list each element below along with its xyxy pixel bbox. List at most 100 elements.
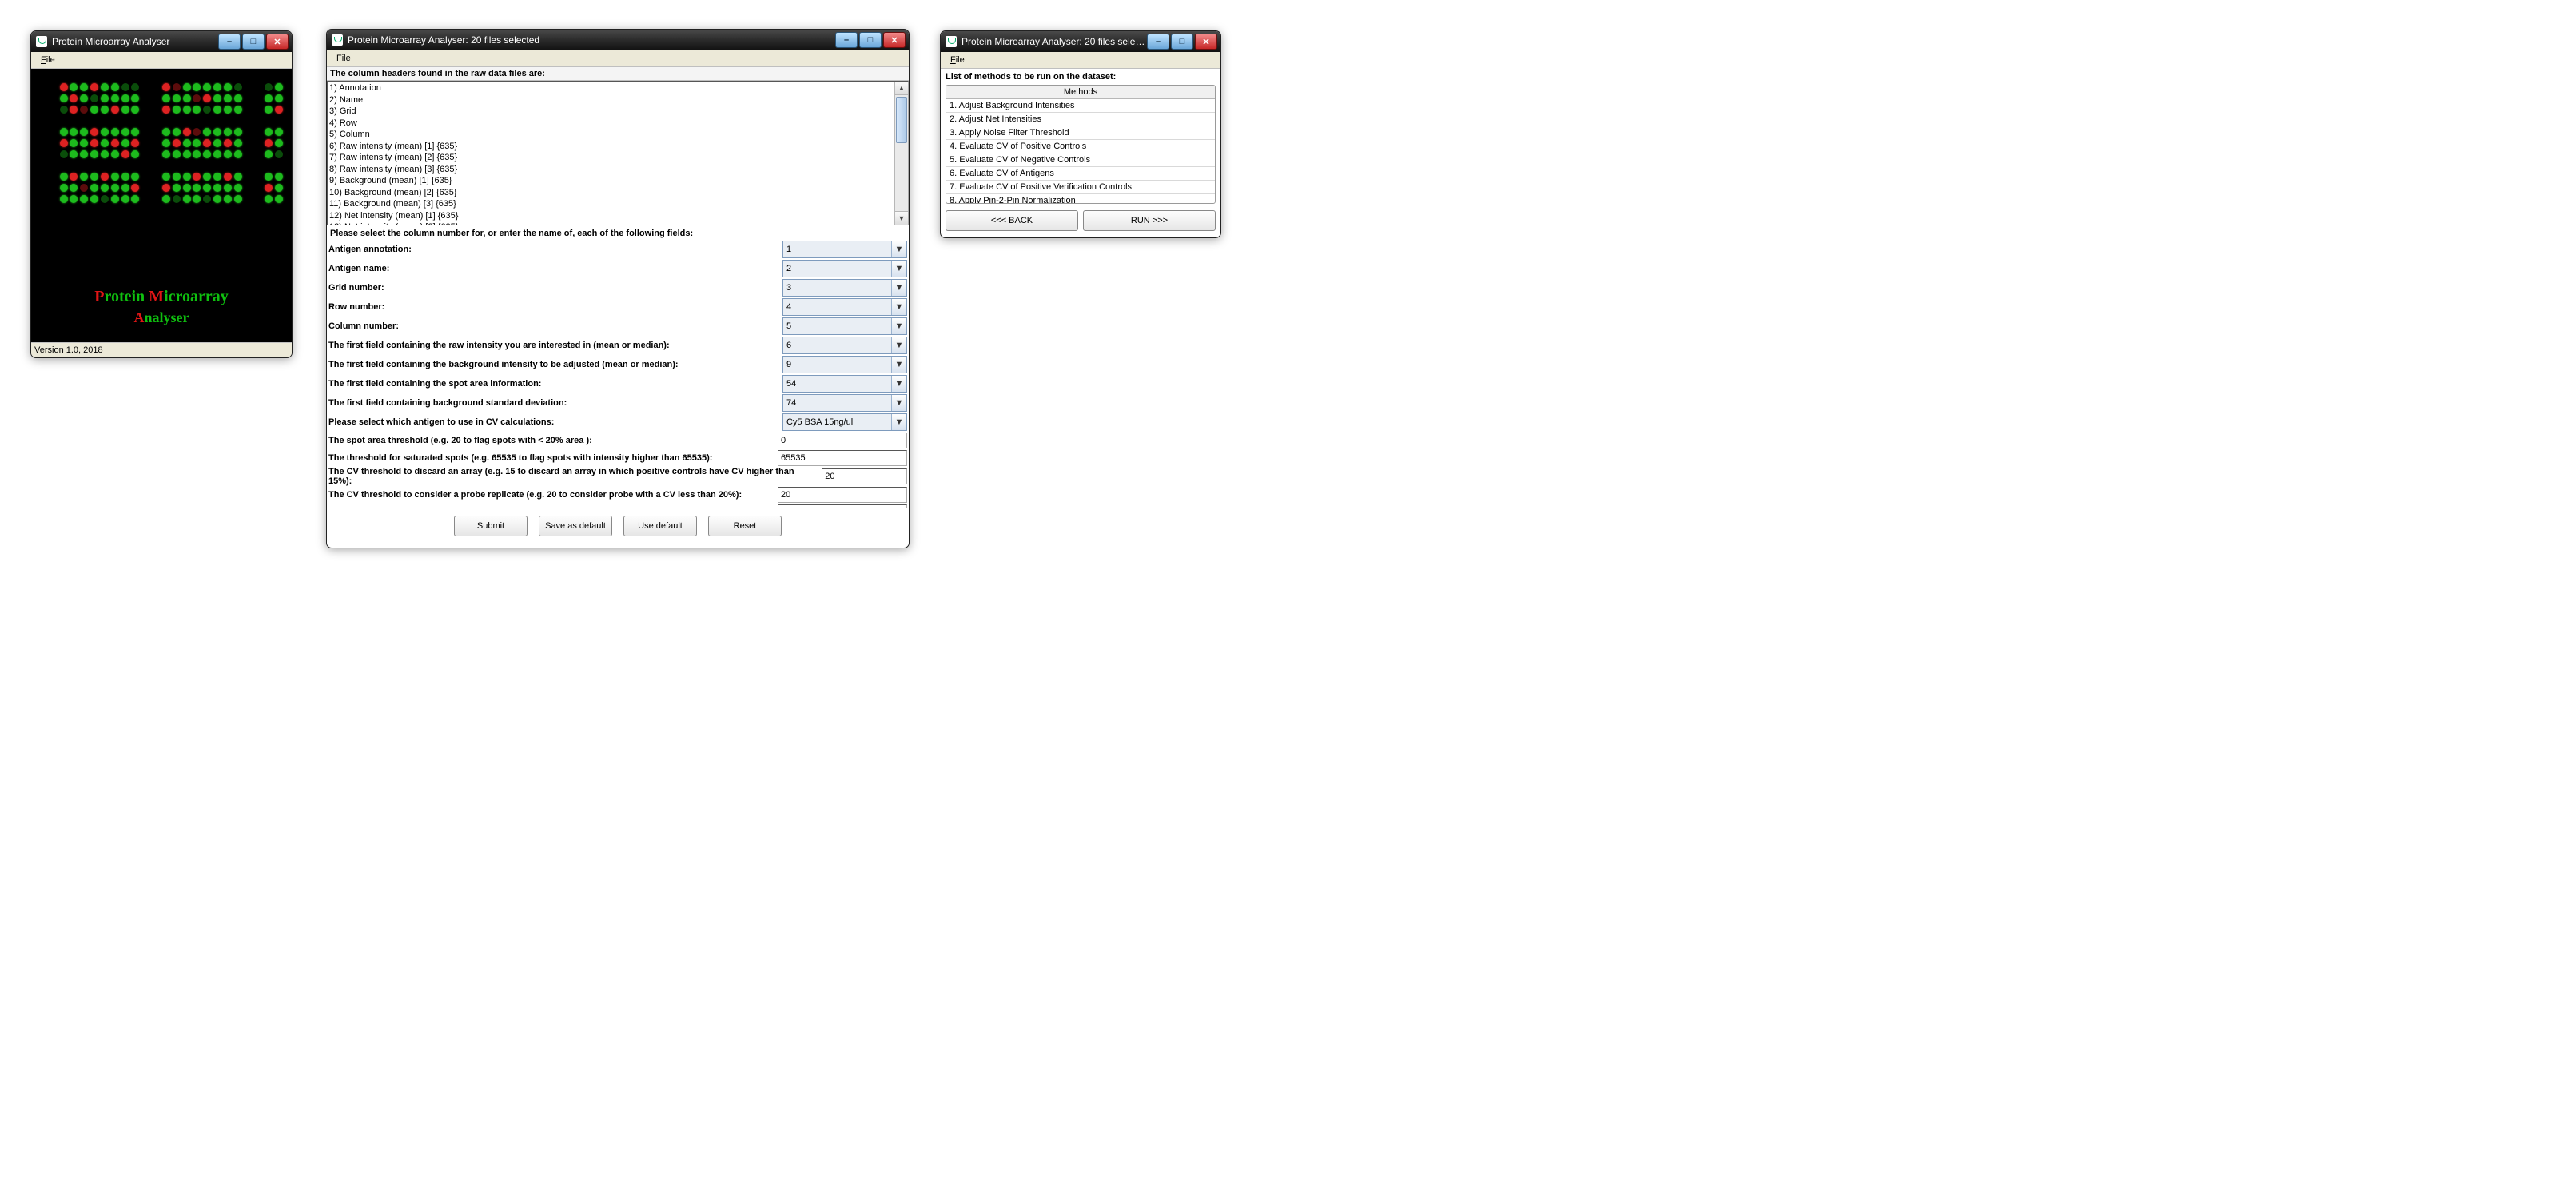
menu-file[interactable]: File xyxy=(330,52,357,65)
microarray-dot xyxy=(183,173,191,181)
menu-file[interactable]: File xyxy=(944,54,971,66)
maximize-button[interactable]: □ xyxy=(1171,34,1193,50)
microarray-dot xyxy=(60,83,68,91)
scroll-down-icon[interactable]: ▼ xyxy=(895,211,908,225)
table-row[interactable]: 4. Evaluate CV of Positive Controls xyxy=(946,140,1215,153)
headers-listbox[interactable]: 1) Annotation2) Name3) Grid4) Row5) Colu… xyxy=(327,81,909,225)
input-cv-replicate-threshold[interactable]: 20 xyxy=(778,487,907,503)
combo-row-number[interactable]: 4▼ xyxy=(782,298,907,316)
table-row[interactable]: 6. Evaluate CV of Antigens xyxy=(946,167,1215,181)
microarray-dot xyxy=(121,83,129,91)
list-item[interactable]: 9) Background (mean) [1] {635} xyxy=(329,175,893,187)
microarray-dot xyxy=(254,184,262,192)
close-button[interactable]: ✕ xyxy=(1195,34,1217,50)
microarray-dot xyxy=(173,83,181,91)
minimize-button[interactable]: – xyxy=(218,34,241,50)
microarray-dot xyxy=(203,94,211,102)
titlebar[interactable]: Protein Microarray Analyser: 20 files se… xyxy=(941,31,1220,52)
label-grid-number: Grid number: xyxy=(328,283,779,293)
combo-antigen-annotation[interactable]: 1▼ xyxy=(782,241,907,258)
microarray-dot xyxy=(224,150,232,158)
microarray-dot xyxy=(234,128,242,136)
table-row[interactable]: 7. Evaluate CV of Positive Verification … xyxy=(946,181,1215,194)
microarray-dot xyxy=(39,173,47,181)
microarray-dot xyxy=(203,173,211,181)
status-bar: Version 1.0, 2018 xyxy=(31,342,292,357)
combo-spot-area[interactable]: 54▼ xyxy=(782,375,907,393)
combo-raw-intensity[interactable]: 6▼ xyxy=(782,337,907,354)
input-sat-threshold[interactable]: 65535 xyxy=(778,450,907,466)
back-button[interactable]: <<< BACK xyxy=(946,210,1078,231)
use-default-button[interactable]: Use default xyxy=(623,516,697,536)
microarray-dot xyxy=(193,128,201,136)
microarray-dot xyxy=(265,106,273,114)
list-item[interactable]: 2) Name xyxy=(329,94,893,106)
list-item[interactable]: 10) Background (mean) [2] {635} xyxy=(329,187,893,199)
microarray-dot xyxy=(39,195,47,203)
input-cv-array-threshold[interactable]: 20 xyxy=(822,468,907,484)
minimize-button[interactable]: – xyxy=(1147,34,1169,50)
close-button[interactable]: ✕ xyxy=(883,32,906,48)
microarray-dot xyxy=(254,139,262,147)
titlebar[interactable]: Protein Microarray Analyser – □ ✕ xyxy=(31,31,292,52)
minimize-button[interactable]: – xyxy=(835,32,858,48)
microarray-dot xyxy=(162,173,170,181)
microarray-dot xyxy=(90,139,98,147)
combo-grid-number[interactable]: 3▼ xyxy=(782,279,907,297)
list-item[interactable]: 1) Annotation xyxy=(329,82,893,94)
microarray-dot xyxy=(213,106,221,114)
microarray-dot xyxy=(152,173,160,181)
table-row[interactable]: 3. Apply Noise Filter Threshold xyxy=(946,126,1215,140)
microarray-dot xyxy=(80,83,88,91)
microarray-dot xyxy=(80,150,88,158)
reset-button[interactable]: Reset xyxy=(708,516,782,536)
microarray-dot xyxy=(39,139,47,147)
microarray-dot xyxy=(50,161,58,169)
list-item[interactable]: 4) Row xyxy=(329,118,893,130)
microarray-dot xyxy=(121,161,129,169)
submit-button[interactable]: Submit xyxy=(454,516,528,536)
microarray-dot xyxy=(173,195,181,203)
maximize-button[interactable]: □ xyxy=(242,34,265,50)
list-item[interactable]: 12) Net intensity (mean) [1] {635} xyxy=(329,210,893,222)
table-row[interactable]: 5. Evaluate CV of Negative Controls xyxy=(946,153,1215,167)
chevron-down-icon: ▼ xyxy=(891,299,906,315)
table-row[interactable]: 1. Adjust Background Intensities xyxy=(946,99,1215,113)
scroll-track[interactable] xyxy=(895,95,908,211)
save-default-button[interactable]: Save as default xyxy=(539,516,612,536)
list-item[interactable]: 11) Background (mean) [3] {635} xyxy=(329,198,893,210)
scroll-up-icon[interactable]: ▲ xyxy=(895,82,908,95)
table-row[interactable]: 2. Adjust Net Intensities xyxy=(946,113,1215,126)
table-row[interactable]: 8. Apply Pin-2-Pin Normalization xyxy=(946,194,1215,204)
label-column-number: Column number: xyxy=(328,321,779,331)
run-button[interactable]: RUN >>> xyxy=(1083,210,1216,231)
scrollbar-vertical[interactable]: ▲ ▼ xyxy=(894,82,908,225)
microarray-dot xyxy=(162,94,170,102)
list-item[interactable]: 13) Net intensity (mean) [2] {635} xyxy=(329,221,893,225)
list-item[interactable]: 6) Raw intensity (mean) [1] {635} xyxy=(329,141,893,153)
list-item[interactable]: 3) Grid xyxy=(329,106,893,118)
scroll-thumb[interactable] xyxy=(896,97,907,143)
microarray-dot xyxy=(275,173,283,181)
combo-column-number[interactable]: 5▼ xyxy=(782,317,907,335)
chevron-down-icon: ▼ xyxy=(891,337,906,353)
microarray-dot xyxy=(265,173,273,181)
microarray-dot xyxy=(70,173,78,181)
close-button[interactable]: ✕ xyxy=(266,34,289,50)
titlebar[interactable]: Protein Microarray Analyser: 20 files se… xyxy=(327,30,909,50)
combo-background-intensity[interactable]: 9▼ xyxy=(782,356,907,373)
microarray-dot xyxy=(173,94,181,102)
maximize-button[interactable]: □ xyxy=(859,32,882,48)
menu-file[interactable]: File xyxy=(34,54,62,66)
label-row-number: Row number: xyxy=(328,302,779,312)
microarray-dot xyxy=(193,173,201,181)
combo-antigen-name[interactable]: 2▼ xyxy=(782,260,907,277)
input-spot-threshold[interactable]: 0 xyxy=(778,433,907,448)
list-item[interactable]: 8) Raw intensity (mean) [3] {635} xyxy=(329,164,893,176)
combo-bg-sd[interactable]: 74▼ xyxy=(782,394,907,412)
list-item[interactable]: 7) Raw intensity (mean) [2] {635} xyxy=(329,152,893,164)
list-item[interactable]: 5) Column xyxy=(329,129,893,141)
combo-cv-antigen[interactable]: Cy5 BSA 15ng/ul▼ xyxy=(782,413,907,431)
menubar: File xyxy=(941,52,1220,69)
microarray-dot xyxy=(90,195,98,203)
